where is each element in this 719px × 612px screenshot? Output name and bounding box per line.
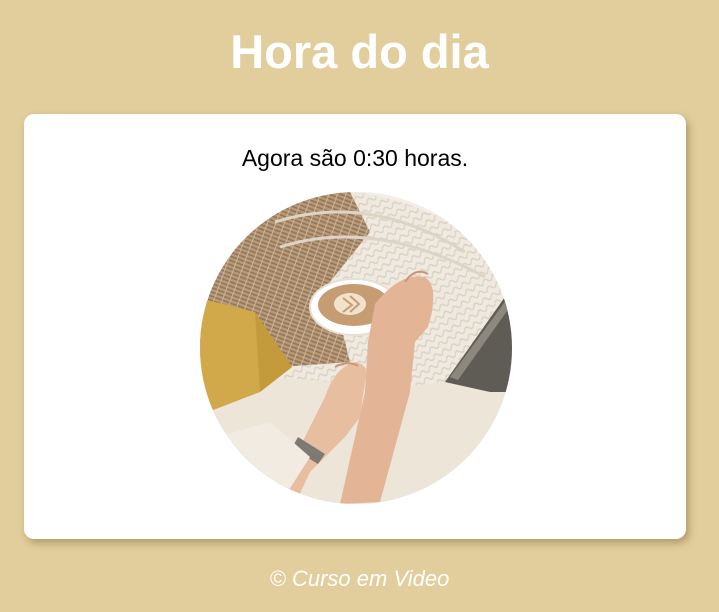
footer-credit: © Curso em Video <box>269 566 450 591</box>
page-title: Hora do dia <box>230 25 489 78</box>
time-message: Agora são 0:30 horas. <box>241 145 469 171</box>
time-of-day-photo <box>200 192 512 504</box>
content-card: Agora são 0:30 horas. <box>24 114 686 539</box>
coffee-photo-illustration <box>200 192 512 504</box>
